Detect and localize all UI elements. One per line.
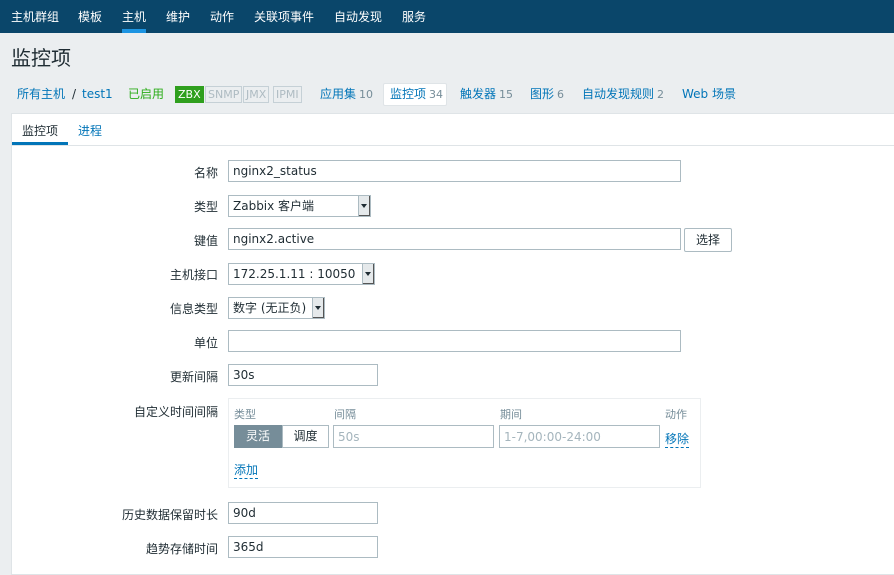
page-title: 监控项 — [11, 46, 71, 70]
info-type-select-value: 数字 (无正负) — [233, 301, 307, 315]
custom-intervals-interval-header: 间隔 — [334, 408, 356, 421]
custom-intervals-type-header: 类型 — [234, 408, 256, 421]
tab-web-scenarios[interactable]: Web 场景 — [682, 86, 736, 104]
update-interval-input[interactable] — [228, 364, 378, 386]
custom-intervals-period-header: 期间 — [500, 408, 522, 421]
period-input[interactable] — [499, 425, 660, 448]
tab-graphs[interactable]: 图形 6 — [530, 86, 564, 104]
type-select-value: Zabbix 客户端 — [233, 199, 315, 213]
nav-discovery[interactable]: 自动发现 — [334, 0, 382, 33]
custom-intervals-label: 自定义时间间隔 — [133, 405, 218, 419]
add-interval-link[interactable]: 添加 — [234, 461, 259, 479]
name-input[interactable] — [228, 160, 681, 182]
update-interval-label: 更新间隔 — [169, 370, 218, 384]
top-navigation: 主机群组 模板 主机 维护 动作 关联项事件 自动发现 服务 — [0, 0, 894, 33]
interface-select[interactable]: 172.25.1.11 : 10050 — [228, 263, 375, 285]
info-type-label: 信息类型 — [169, 302, 218, 316]
type-label: 类型 — [193, 200, 218, 214]
breadcrumb-host[interactable]: test1 — [82, 86, 113, 104]
name-label: 名称 — [193, 166, 218, 180]
nav-host-groups[interactable]: 主机群组 — [11, 0, 59, 33]
history-input[interactable] — [228, 502, 378, 524]
form-tab-preprocessing[interactable]: 进程 — [78, 122, 102, 139]
form-tab-divider — [12, 145, 894, 146]
zbx-availability-badge: ZBX — [175, 86, 204, 103]
flexible-interval-button[interactable]: 灵活 — [234, 425, 282, 448]
trends-input[interactable] — [228, 536, 378, 558]
units-label: 单位 — [193, 336, 218, 350]
units-input[interactable] — [228, 330, 681, 352]
tab-applications[interactable]: 应用集 10 — [320, 86, 373, 104]
trends-label: 趋势存储时间 — [145, 542, 218, 556]
custom-intervals-action-header: 动作 — [665, 408, 687, 421]
nav-hosts[interactable]: 主机 — [122, 0, 147, 33]
ipmi-availability-badge: IPMI — [273, 86, 302, 103]
nav-correlation[interactable]: 关联项事件 — [254, 0, 314, 33]
select-key-button[interactable]: 选择 — [684, 228, 732, 252]
jmx-availability-badge: JMX — [243, 86, 270, 103]
tab-items[interactable]: 监控项 34 — [390, 86, 443, 104]
type-select[interactable]: Zabbix 客户端 — [228, 195, 371, 217]
interface-label: 主机接口 — [169, 268, 218, 282]
breadcrumb-separator: / — [72, 87, 77, 101]
snmp-availability-badge: SNMP — [205, 86, 243, 103]
info-type-select[interactable]: 数字 (无正负) — [228, 297, 325, 319]
nav-actions[interactable]: 动作 — [210, 0, 234, 33]
key-label: 键值 — [193, 234, 218, 248]
chevron-down-icon — [312, 298, 324, 318]
nav-services[interactable]: 服务 — [402, 0, 426, 33]
key-input[interactable] — [228, 228, 681, 250]
breadcrumb-all-hosts[interactable]: 所有主机 — [17, 86, 65, 104]
chevron-down-icon — [358, 196, 370, 216]
interface-select-value: 172.25.1.11 : 10050 — [233, 267, 356, 281]
remove-interval-link[interactable]: 移除 — [665, 430, 690, 448]
interval-input[interactable] — [333, 425, 494, 448]
history-label: 历史数据保留时长 — [121, 508, 218, 522]
tab-triggers[interactable]: 触发器 15 — [460, 86, 513, 104]
chevron-down-icon — [362, 264, 374, 284]
nav-maintenance[interactable]: 维护 — [166, 0, 190, 33]
form-tab-item[interactable]: 监控项 — [22, 122, 58, 139]
scheduling-interval-button[interactable]: 调度 — [282, 425, 329, 448]
host-status-enabled[interactable]: 已启用 — [128, 86, 164, 104]
nav-templates[interactable]: 模板 — [78, 0, 102, 33]
tab-discovery-rules[interactable]: 自动发现规则 2 — [582, 86, 664, 104]
